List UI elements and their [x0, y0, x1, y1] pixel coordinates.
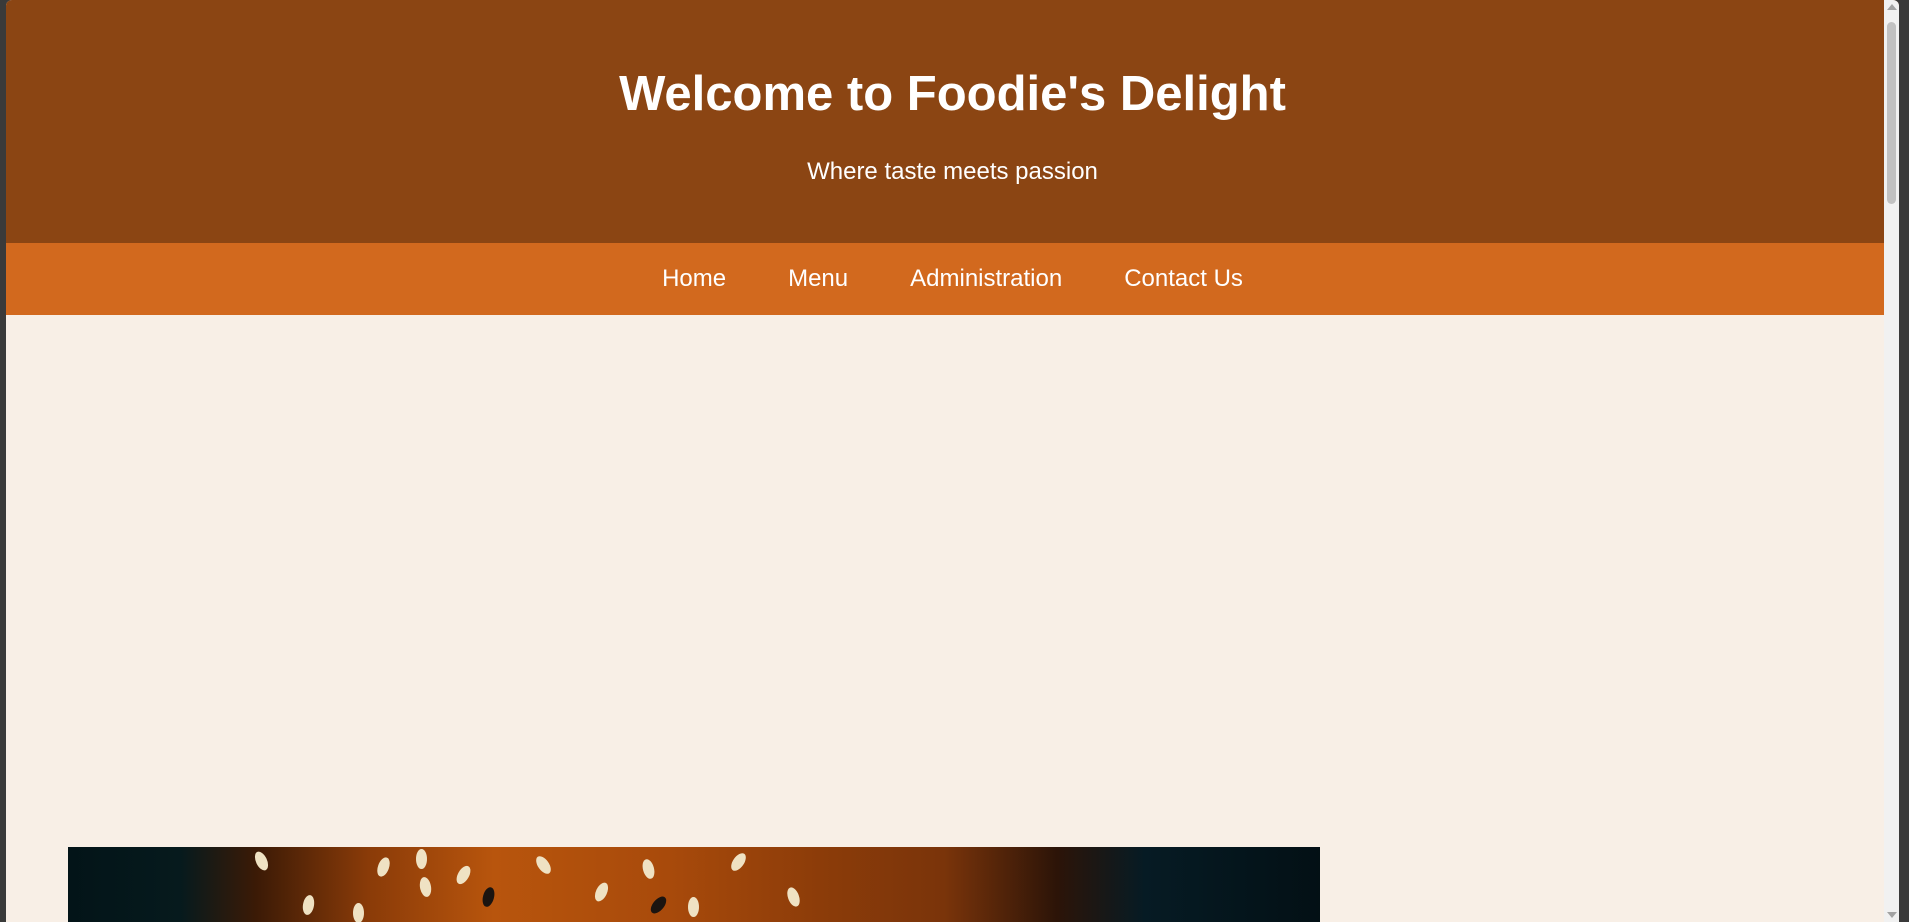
sesame-seed [592, 880, 611, 904]
sesame-seed [480, 885, 497, 909]
sesame-seed [533, 853, 554, 877]
nav-link-home[interactable]: Home [631, 264, 757, 294]
browser-viewport: Welcome to Foodie's Delight Where taste … [6, 0, 1899, 922]
scroll-thumb[interactable] [1887, 22, 1896, 204]
scroll-up-icon[interactable] [1887, 4, 1897, 10]
sesame-seed [728, 850, 749, 874]
sesame-seed [252, 849, 271, 873]
sesame-seed [416, 849, 427, 869]
nav-link-menu[interactable]: Menu [757, 264, 879, 294]
main-nav: Home Menu Administration Contact Us [6, 243, 1899, 315]
site-header: Welcome to Foodie's Delight Where taste … [6, 0, 1899, 243]
sesame-seed [353, 903, 364, 922]
main-content [6, 315, 1899, 922]
nav-link-contact-us[interactable]: Contact Us [1093, 264, 1274, 294]
scroll-down-icon[interactable] [1887, 912, 1897, 918]
site-tagline: Where taste meets passion [807, 158, 1098, 185]
sesame-seed [640, 857, 657, 881]
sesame-seed [374, 855, 393, 879]
sesame-seed [784, 885, 803, 909]
sesame-seed [453, 863, 474, 887]
nav-link-administration[interactable]: Administration [879, 264, 1093, 294]
hero-image [68, 847, 1320, 922]
sesame-seed [647, 893, 670, 917]
sesame-seed [418, 876, 433, 898]
vertical-scrollbar[interactable] [1884, 0, 1899, 922]
sesame-seed [301, 894, 316, 916]
sesame-seed [688, 897, 699, 917]
site-title: Welcome to Foodie's Delight [619, 67, 1286, 121]
